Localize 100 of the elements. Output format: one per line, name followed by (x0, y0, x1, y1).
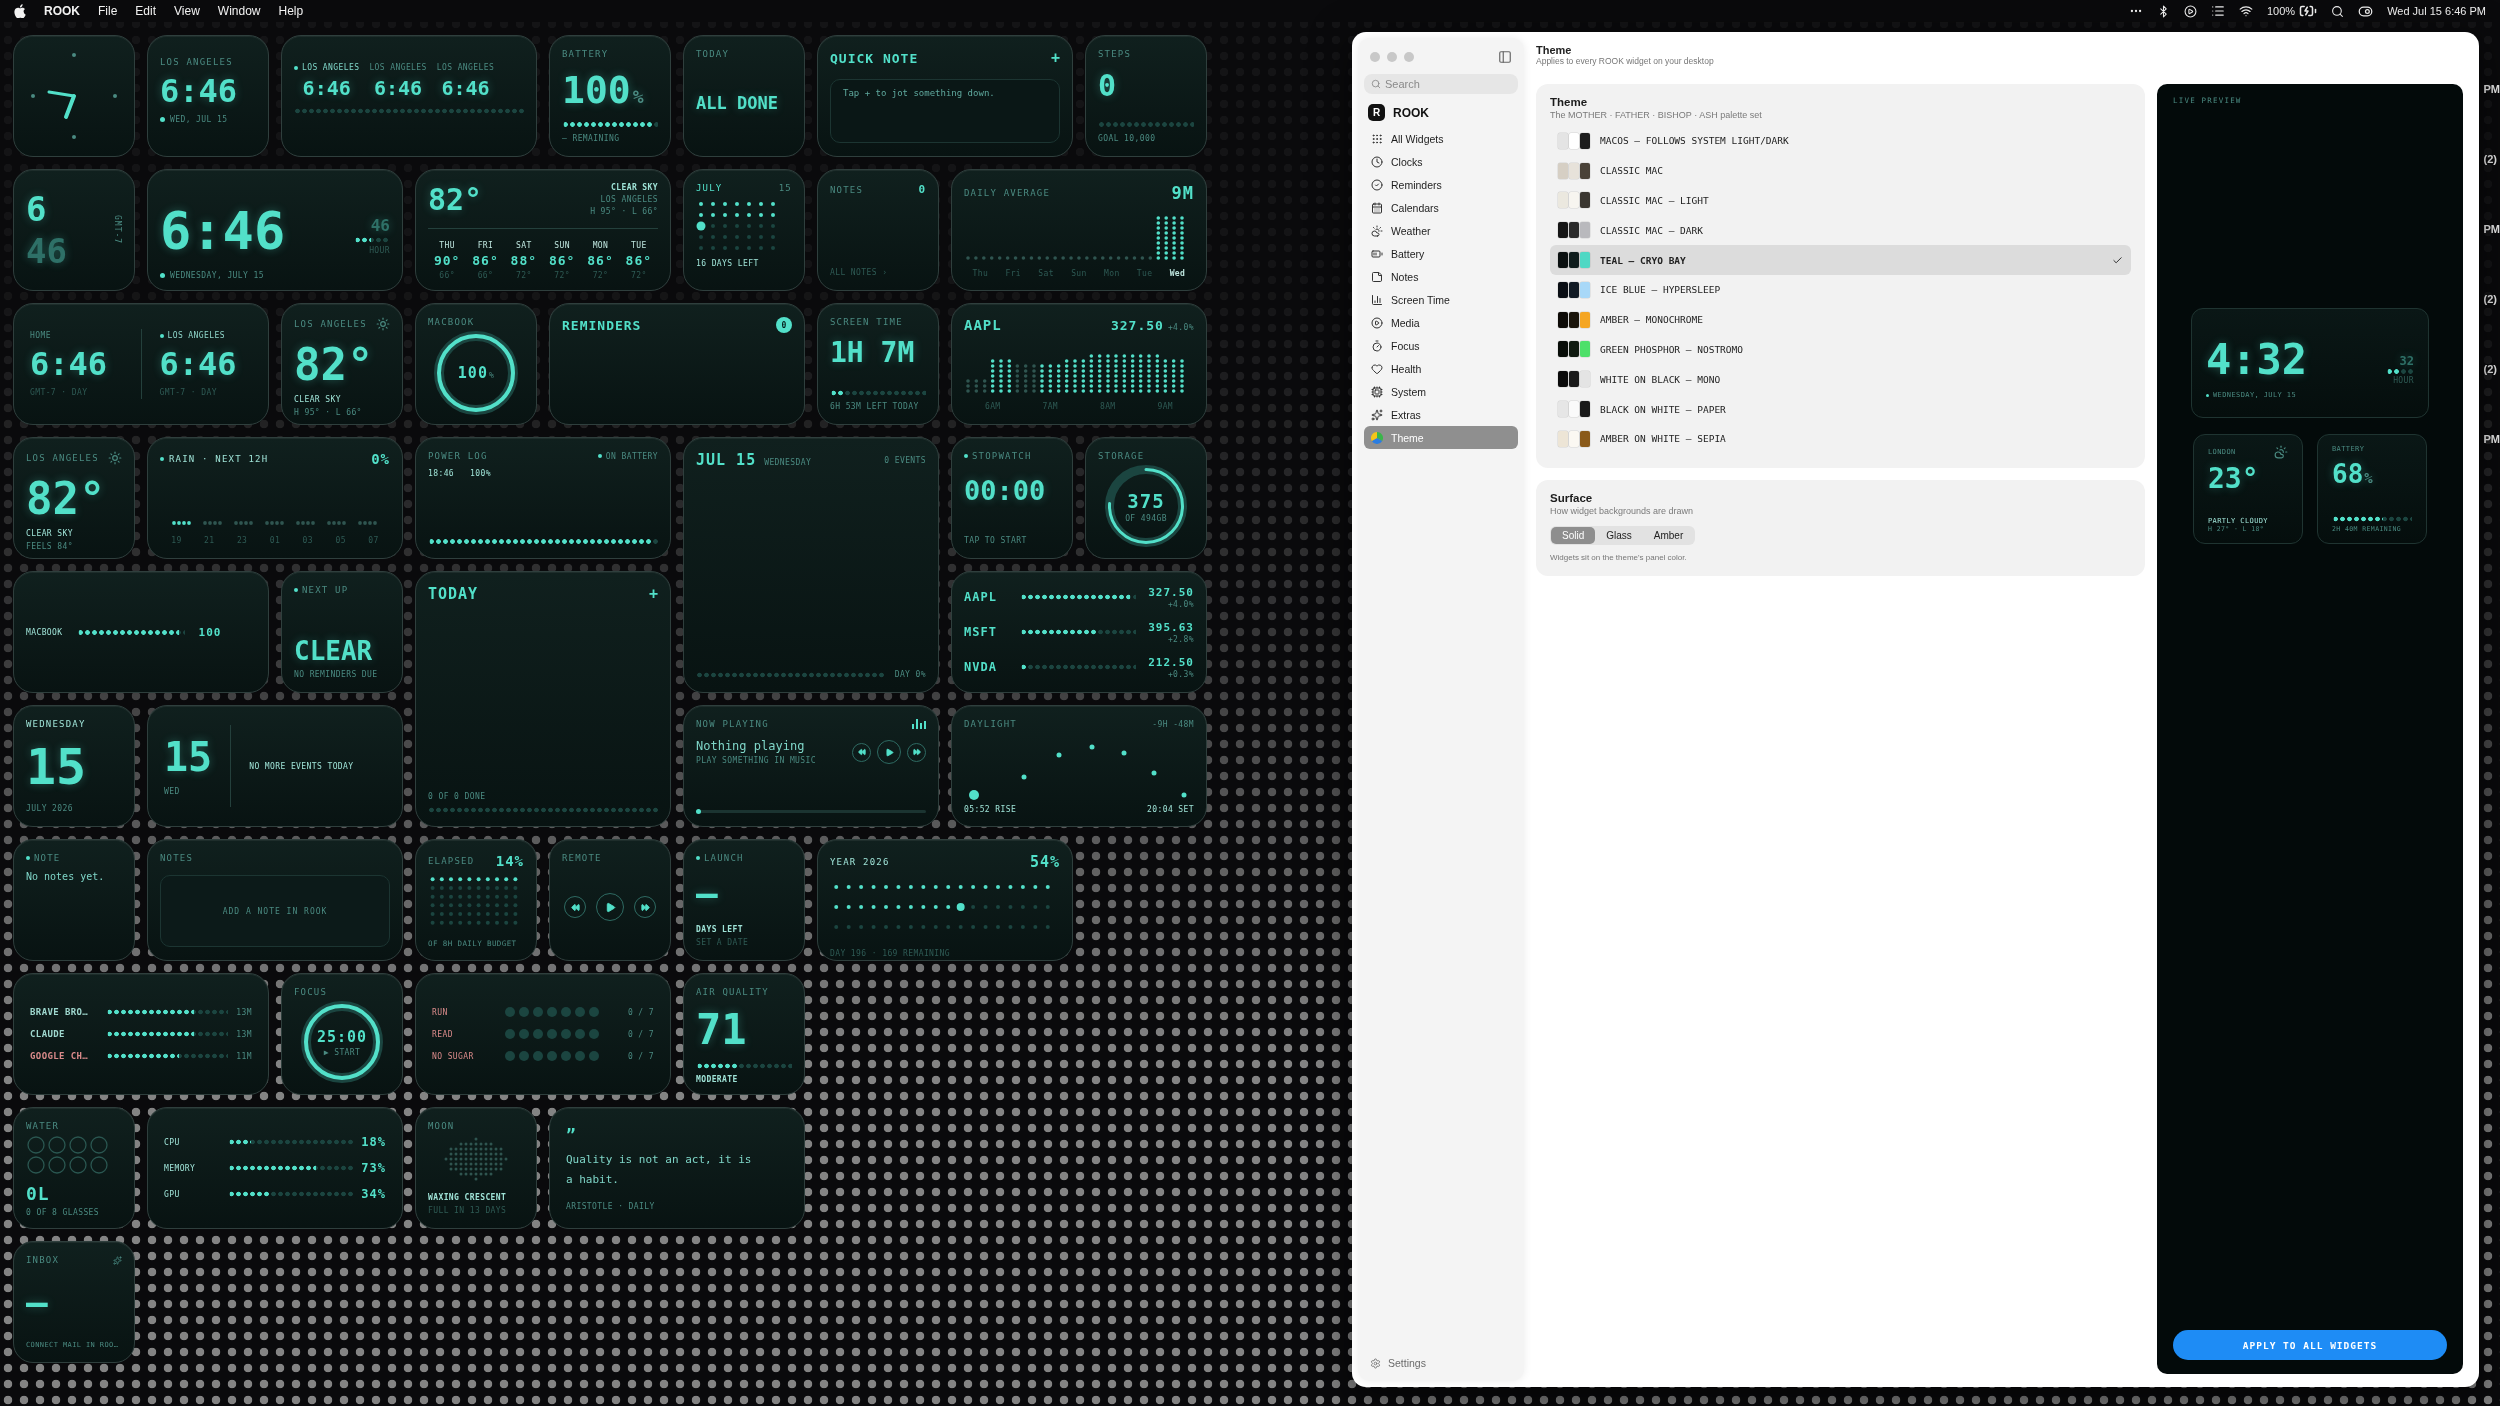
partial-text: PM (2483, 82, 2500, 97)
play-circle-icon (1371, 316, 1383, 329)
page-subtitle: Applies to every ROOK widget on your desktop (1536, 56, 1715, 66)
row-label: MEMORY (164, 1163, 197, 1173)
app-name: ROOK (1393, 105, 1429, 120)
menu-clock[interactable]: Wed Jul 15 6:46 PM (2387, 5, 2486, 17)
search-icon[interactable] (2331, 4, 2345, 18)
theme-option[interactable]: CLASSIC MAC — DARK (1550, 215, 2131, 246)
theme-option[interactable]: TEAL — CRYO BAY (1550, 245, 2131, 275)
segment-button[interactable]: Glass (1595, 526, 1643, 544)
sidebar-item[interactable]: Focus (1364, 334, 1518, 357)
date-label: WED, JUL 15 (170, 115, 228, 124)
search-field[interactable]: Search (1364, 74, 1518, 94)
menu-item[interactable]: File (98, 4, 118, 18)
temperature: 82° (26, 477, 107, 521)
theme-option[interactable]: CLASSIC MAC — LIGHT (1550, 185, 2131, 216)
caption: — REMAINING (562, 134, 621, 143)
theme-option[interactable]: WHITE ON BLACK — MONO (1550, 364, 2131, 395)
segment-button[interactable]: Amber (1642, 526, 1695, 544)
theme-option[interactable]: GREEN PHOSPHOR — NOSTROMO (1550, 334, 2131, 365)
hour-label: 23 (236, 536, 248, 545)
start-button[interactable]: ▶ START (323, 1047, 361, 1057)
hour-label: 01 (269, 536, 281, 545)
note-field[interactable]: Tap + to jot something down. (830, 79, 1060, 143)
temperature: 23° (2208, 465, 2260, 494)
settings-button[interactable]: Settings (1364, 1353, 1518, 1373)
menu-item[interactable]: View (174, 4, 200, 18)
toggle-icon[interactable] (2358, 3, 2374, 19)
menu-item[interactable]: Window (217, 4, 261, 18)
check-icon (2112, 254, 2123, 266)
detail-label: H 95° · L 66° (294, 408, 363, 417)
hour-label: 19 (171, 536, 182, 545)
moon-phase: WAXING CRESCENT (428, 1193, 508, 1202)
stopwatch-time: 00:00 (964, 477, 1047, 504)
high-temp: 86° (587, 253, 614, 268)
dot-icon (294, 65, 298, 70)
sidebar-item[interactable]: Battery (1364, 242, 1518, 265)
row-value: 11M (236, 1051, 252, 1061)
theme-option[interactable]: BLACK ON WHITE — PAPER (1550, 394, 2131, 424)
widget-title: REMINDERS (562, 317, 642, 333)
sidebar-item[interactable]: Screen Time (1364, 288, 1518, 311)
clock-time: 6:46 (160, 205, 287, 257)
list-icon[interactable] (2211, 4, 2225, 18)
apple-icon[interactable] (14, 4, 26, 18)
palette-icon (1371, 431, 1383, 444)
sidebar-item[interactable]: All Widgets (1364, 127, 1518, 150)
caption: 0 OF 0 DONE (428, 792, 487, 801)
caption: 0 OF 8 GLASSES (26, 1208, 101, 1217)
dash-value: — (26, 1285, 49, 1321)
dot-icon (160, 117, 165, 122)
theme-option[interactable]: CLASSIC MAC (1550, 155, 2131, 186)
bluetooth-icon[interactable] (2157, 4, 2170, 18)
track-title: Nothing playing (696, 739, 806, 753)
add-button[interactable]: + (1050, 49, 1060, 67)
caption: JULY 2026 (26, 804, 74, 813)
cloud-sun-icon (1371, 224, 1383, 237)
sidebar-toggle-icon[interactable] (1498, 50, 1512, 64)
stock-price: 212.50 (1148, 655, 1194, 669)
stock-change: +4.0% (1167, 599, 1194, 609)
stock-change: +4.0% (1167, 322, 1194, 332)
start-hint[interactable]: TAP TO START (964, 536, 1060, 545)
seconds-label: HOUR (369, 246, 390, 255)
app-menu[interactable]: ROOK (44, 4, 80, 18)
sidebar-item[interactable]: Calendars (1364, 196, 1518, 219)
theme-option[interactable]: AMBER ON WHITE — SEPIA (1550, 423, 2131, 454)
sidebar-item[interactable]: System (1364, 380, 1518, 403)
sidebar-item[interactable]: Extras (1364, 403, 1518, 426)
habit-label: NO SUGAR (432, 1051, 475, 1061)
month-label: JULY (696, 183, 723, 193)
sidebar-item[interactable]: Reminders (1364, 173, 1518, 196)
sidebar-item[interactable]: Weather (1364, 219, 1518, 242)
partial-text: (2) (2483, 292, 2498, 307)
sidebar-item[interactable]: Health (1364, 357, 1518, 380)
add-button[interactable]: + (648, 585, 658, 603)
wifi-icon[interactable] (2239, 4, 2253, 18)
menu-item[interactable]: Edit (135, 4, 157, 18)
caption: DAYS LEFT (696, 925, 744, 934)
sidebar-item[interactable]: Notes (1364, 265, 1518, 288)
widget-label: NOTES (830, 184, 864, 195)
theme-option[interactable]: MACOS — FOLLOWS SYSTEM LIGHT/DARK (1550, 126, 2131, 156)
play-icon[interactable] (2184, 4, 2197, 18)
menu-item[interactable]: Help (278, 4, 304, 18)
sidebar-item[interactable]: Media (1364, 311, 1518, 334)
stock-symbol: AAPL (964, 590, 998, 604)
theme-option[interactable]: ICE BLUE — HYPERSLEEP (1550, 275, 2131, 305)
sun-icon (376, 317, 390, 331)
zone-label: GMT-7 · DAY (159, 388, 218, 397)
empty-message: NO MORE EVENTS TODAY (249, 761, 354, 771)
widget-label: DAILY AVERAGE (964, 188, 1051, 198)
unit-label: % (488, 371, 495, 380)
widget-label: INBOX (26, 1255, 60, 1265)
theme-option[interactable]: AMBER — MONOCHROME (1550, 304, 2131, 335)
caption: DAY 196 · 169 REMAINING (830, 949, 951, 958)
day-label: Fri (1005, 269, 1022, 278)
sidebar-item[interactable]: Clocks (1364, 150, 1518, 173)
day-label: 15 (778, 183, 792, 193)
day-label: THU (439, 241, 455, 250)
play-icon (884, 747, 894, 757)
day-number: 15 (164, 736, 213, 777)
add-note-button[interactable]: ADD A NOTE IN ROOK (160, 875, 390, 947)
